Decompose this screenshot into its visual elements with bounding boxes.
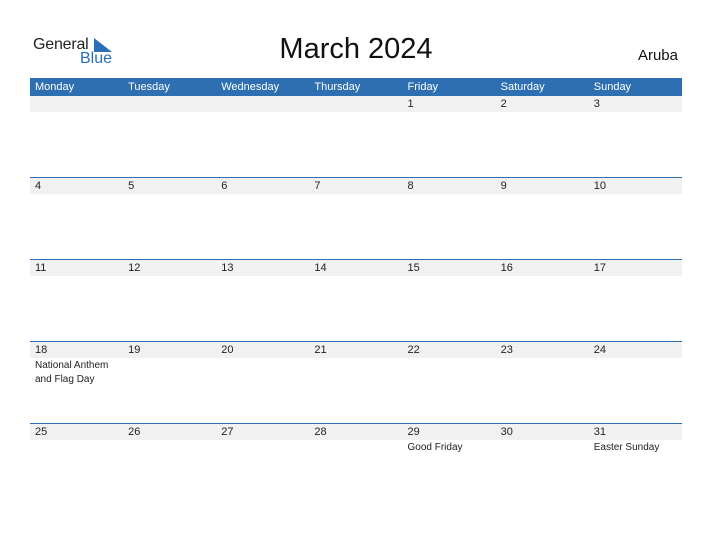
week-row: 11 12 13 14 15 16 17 (30, 259, 682, 341)
weekday-friday: Friday (407, 81, 439, 93)
holiday-label: Easter Sunday (593, 442, 660, 453)
weekday-tuesday: Tuesday (128, 81, 170, 93)
holiday-label (403, 276, 496, 277)
day-number: 30 (500, 426, 513, 438)
holiday-label (589, 358, 682, 387)
weekday-thursday: Thursday (314, 81, 361, 93)
holiday-label: Good Friday (407, 442, 463, 453)
day-number: 2 (500, 98, 507, 110)
day-number: 8 (407, 180, 414, 192)
holiday-label (309, 440, 402, 455)
events-row: National Anthem and Flag Day (30, 358, 682, 387)
day-number (30, 96, 123, 112)
day-number: 5 (128, 180, 135, 192)
day-number: 16 (500, 262, 513, 274)
holiday-label (123, 440, 216, 455)
day-number: 12 (128, 262, 141, 274)
holiday-label (403, 112, 496, 113)
day-number: 11 (35, 262, 47, 274)
day-number: 15 (407, 262, 420, 274)
holiday-label (30, 440, 123, 455)
events-row (30, 276, 682, 277)
holiday-label: National Anthem and Flag Day (35, 360, 109, 385)
holiday-label (496, 440, 589, 455)
holiday-label (123, 112, 216, 113)
holiday-label (403, 358, 496, 387)
holiday-label (403, 194, 496, 195)
day-number: 29 (407, 426, 420, 438)
day-number: 28 (314, 426, 327, 438)
holiday-label (496, 112, 589, 113)
events-row (30, 194, 682, 195)
weekday-saturday: Saturday (500, 81, 545, 93)
holiday-label (123, 358, 216, 387)
day-number: 25 (35, 426, 48, 438)
day-number: 19 (128, 344, 141, 356)
holiday-label (216, 194, 309, 195)
date-strip: 1 2 3 (30, 96, 682, 112)
day-number: 27 (221, 426, 234, 438)
day-number: 14 (314, 262, 327, 274)
calendar-title: March 2024 (279, 33, 433, 65)
day-number: 22 (407, 344, 420, 356)
holiday-label (496, 194, 589, 195)
day-number: 9 (500, 180, 507, 192)
holiday-label (496, 358, 589, 387)
day-number: 13 (221, 262, 234, 274)
date-strip: 4 5 6 7 8 9 10 (30, 178, 682, 194)
holiday-label (123, 276, 216, 277)
weekday-monday: Monday (35, 81, 75, 93)
events-row (30, 112, 682, 113)
holiday-label (309, 112, 402, 113)
week-row: 1 2 3 (30, 96, 682, 177)
day-number: 20 (221, 344, 234, 356)
day-number: 21 (314, 344, 327, 356)
holiday-label (589, 112, 682, 113)
events-row: Good Friday Easter Sunday (30, 440, 682, 455)
day-number: 23 (500, 344, 513, 356)
day-number: 10 (593, 180, 606, 192)
weekday-wednesday: Wednesday (221, 81, 280, 93)
country-label: Aruba (637, 47, 678, 64)
date-strip: 25 26 27 28 29 30 31 (30, 424, 682, 440)
date-strip: 18 19 20 21 22 23 24 (30, 342, 682, 358)
date-strip: 11 12 13 14 15 16 17 (30, 260, 682, 276)
day-number: 24 (593, 344, 606, 356)
day-number: 6 (221, 180, 228, 192)
weekday-header: Monday Tuesday Wednesday Thursday Friday… (30, 78, 682, 96)
holiday-label (30, 276, 123, 277)
holiday-label (216, 358, 309, 387)
day-number: 7 (314, 180, 321, 192)
holiday-label (309, 358, 402, 387)
day-number: 3 (593, 98, 600, 110)
day-number (309, 96, 402, 112)
holiday-label (496, 276, 589, 277)
holiday-label (216, 440, 309, 455)
day-number: 26 (128, 426, 141, 438)
day-number: 4 (35, 180, 42, 192)
week-row: 18 19 20 21 22 23 24 National Anthem and Flag D… (30, 341, 682, 423)
week-row: 25 26 27 28 29 30 31 Good Friday Easter Sunday (30, 423, 682, 505)
weekday-sunday: Sunday (593, 81, 632, 93)
holiday-label (30, 112, 123, 113)
day-number: 18 (35, 344, 48, 356)
holiday-label (216, 276, 309, 277)
calendar-grid: Monday Tuesday Wednesday Thursday Friday… (30, 78, 682, 505)
holiday-label (589, 276, 682, 277)
day-number (216, 96, 309, 112)
day-number: 31 (593, 426, 606, 438)
day-number: 1 (407, 98, 414, 110)
holiday-label (309, 194, 402, 195)
day-number (123, 96, 216, 112)
day-number: 17 (593, 262, 606, 274)
week-row: 4 5 6 7 8 9 10 (30, 177, 682, 259)
holiday-label (123, 194, 216, 195)
holiday-label (589, 194, 682, 195)
holiday-label (30, 194, 123, 195)
holiday-label (216, 112, 309, 113)
holiday-label (309, 276, 402, 277)
